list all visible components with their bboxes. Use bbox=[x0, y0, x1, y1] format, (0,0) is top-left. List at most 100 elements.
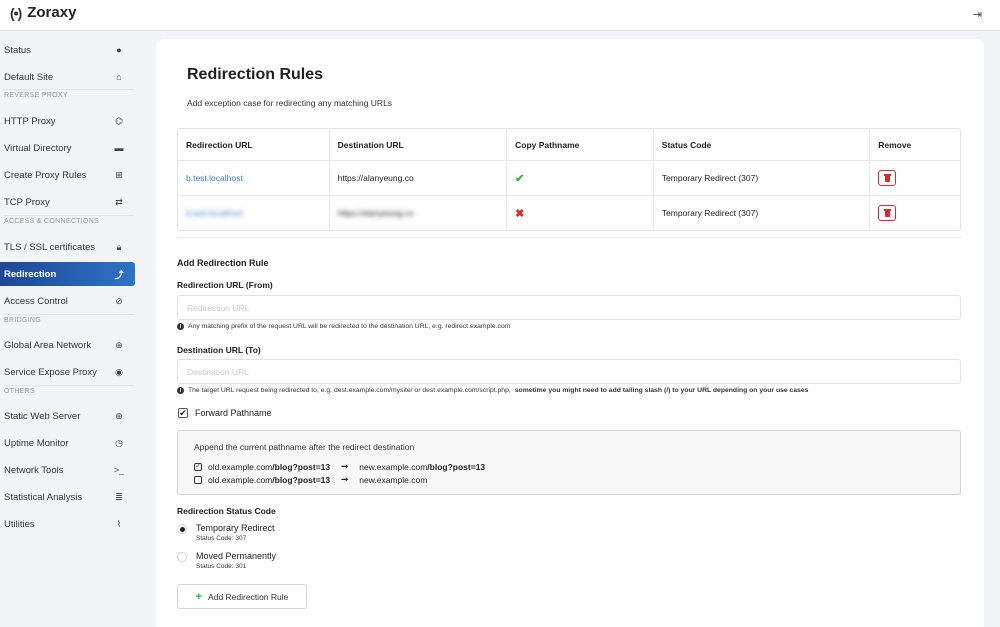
sidebar-item-label: Global Area Network bbox=[4, 339, 92, 351]
example-to-host: new.example.com bbox=[359, 461, 428, 472]
checkbox-checked-icon[interactable]: ✔ bbox=[178, 408, 188, 418]
sidebar-item-label: Network Tools bbox=[4, 464, 64, 476]
example-from-path: /blog?post=13 bbox=[272, 461, 331, 472]
info-icon: ● bbox=[116, 45, 122, 55]
sidebar-item-http-proxy[interactable]: HTTP Proxy ⌬ bbox=[0, 109, 135, 133]
top-bar: (•) Zoraxy ⇥ bbox=[0, 0, 1000, 31]
to-hint-bold-text: sometime you might need to add tailing s… bbox=[514, 387, 809, 394]
example-from-host: old.example.com bbox=[208, 474, 273, 485]
radio-label: Temporary Redirect bbox=[196, 523, 275, 533]
sidebar-item-virtual-directory[interactable]: Virtual Directory ▬ bbox=[0, 136, 135, 160]
destination-url: https://alanyeung.co bbox=[328, 161, 507, 195]
globe-icon: ⊕ bbox=[115, 410, 123, 421]
redirection-url-input[interactable] bbox=[177, 295, 961, 320]
page-title: Redirection Rules bbox=[187, 66, 324, 83]
sidebar-item-label: Access Control bbox=[4, 295, 68, 307]
sidebar-item-label: Default Site bbox=[4, 71, 54, 83]
clock-icon: ◷ bbox=[115, 437, 123, 448]
brand[interactable]: (•) Zoraxy bbox=[10, 4, 76, 21]
sidebar-item-static-web-server[interactable]: Static Web Server ⊕ bbox=[0, 404, 135, 428]
sidebar-item-service-expose-proxy[interactable]: Service Expose Proxy ◉ bbox=[0, 360, 135, 384]
redirect-url-link[interactable]: b.test.localhost bbox=[178, 161, 329, 195]
sidebar-item-label: Virtual Directory bbox=[4, 142, 72, 154]
radio-sublabel: Status Code: 307 bbox=[196, 535, 247, 542]
arrow-right-icon: ➞ bbox=[341, 474, 349, 484]
redirection-rules-table: Redirection URL Destination URL Copy Pat… bbox=[177, 128, 961, 231]
sidebar-item-status[interactable]: Status ● bbox=[0, 38, 135, 62]
sidebar-item-label: Status bbox=[4, 44, 31, 56]
sidebar-item-statistical-analysis[interactable]: Statistical Analysis ≣ bbox=[0, 485, 135, 509]
redirect-url-link[interactable]: b.test.localhost bbox=[186, 208, 243, 218]
sidebar-item-utilities[interactable]: Utilities ⌇ bbox=[0, 512, 135, 536]
unchecked-square-icon bbox=[194, 475, 202, 484]
add-redirection-rule-button[interactable]: + Add Redirection Rule bbox=[177, 584, 307, 609]
sidebar-section-label: REVERSE PROXY bbox=[4, 89, 134, 99]
zoraxy-logo-icon: (•) bbox=[10, 4, 22, 21]
sidebar-item-default-site[interactable]: Default Site ⌂ bbox=[0, 65, 135, 89]
destination-url: https://alanyeung.co bbox=[337, 208, 414, 218]
sidebar-item-global-area-network[interactable]: Global Area Network ⊕ bbox=[0, 333, 135, 357]
sidebar-item-label: HTTP Proxy bbox=[4, 115, 56, 127]
from-hint-text: Any matching prefix of the request URL w… bbox=[188, 323, 511, 330]
sidebar-item-tcp-proxy[interactable]: TCP Proxy ⇄ bbox=[0, 190, 135, 214]
from-field-label: Redirection URL (From) bbox=[177, 280, 273, 290]
sidebar-item-network-tools[interactable]: Network Tools >_ bbox=[0, 458, 135, 482]
add-button-label: Add Redirection Rule bbox=[208, 591, 289, 602]
remove-rule-button[interactable] bbox=[878, 170, 897, 186]
info-circle-icon: i bbox=[177, 387, 184, 394]
example-from-host: old.example.com bbox=[208, 461, 273, 472]
column-header: Remove bbox=[869, 129, 960, 160]
example-to-host: new.example.com bbox=[359, 474, 428, 485]
from-hint: i Any matching prefix of the request URL… bbox=[177, 323, 510, 330]
sidebar-item-label: Statistical Analysis bbox=[4, 491, 83, 503]
section-divider bbox=[177, 237, 961, 238]
status-code: Temporary Redirect (307) bbox=[652, 196, 869, 230]
app-name: Zoraxy bbox=[27, 4, 77, 21]
sidebar-section-label: BRIDGING bbox=[4, 314, 134, 324]
forward-pathname-info: Append the current pathname after the re… bbox=[177, 430, 961, 495]
remove-rule-button[interactable] bbox=[878, 205, 897, 221]
radio-moved-permanently[interactable]: Moved Permanently Status Code: 301 bbox=[177, 551, 276, 570]
sidebar-item-create-proxy-rules[interactable]: Create Proxy Rules ⊞ bbox=[0, 163, 135, 187]
radio-selected-icon[interactable] bbox=[177, 524, 187, 534]
forward-pathname-label: Forward Pathname bbox=[195, 408, 272, 418]
radio-label: Moved Permanently bbox=[196, 551, 277, 561]
sidebar-item-label: Utilities bbox=[4, 518, 35, 530]
table-row: b.test.localhost https://alanyeung.co ✖ … bbox=[178, 195, 960, 230]
sidebar-item-label: Service Expose Proxy bbox=[4, 366, 97, 378]
column-header: Redirection URL bbox=[186, 139, 253, 150]
column-header: Copy Pathname bbox=[506, 129, 653, 160]
radio-temporary-redirect[interactable]: Temporary Redirect Status Code: 307 bbox=[177, 523, 275, 542]
main-card: Redirection Rules Add exception case for… bbox=[156, 39, 984, 627]
sitemap-icon: ⌬ bbox=[115, 115, 123, 126]
sidebar-item-access-control[interactable]: Access Control ⊘ bbox=[0, 289, 135, 313]
sidebar-item-label: Static Web Server bbox=[4, 410, 81, 422]
radio-unselected-icon[interactable] bbox=[177, 552, 187, 562]
sidebar-item-redirection[interactable]: Redirection ⤴ bbox=[0, 262, 135, 286]
sidebar-item-label: TLS / SSL certificates bbox=[4, 241, 95, 253]
podcast-icon: ◉ bbox=[115, 366, 123, 377]
home-icon: ⌂ bbox=[116, 72, 122, 82]
info-box-title: Append the current pathname after the re… bbox=[194, 442, 415, 452]
info-circle-icon: i bbox=[177, 323, 184, 330]
table-row: b.test.localhost https://alanyeung.co ✔ … bbox=[178, 160, 960, 195]
page-subtitle: Add exception case for redirecting any m… bbox=[187, 98, 393, 108]
to-field-label: Destination URL (To) bbox=[177, 345, 261, 355]
ban-icon: ⊘ bbox=[115, 295, 123, 306]
sidebar-item-uptime-monitor[interactable]: Uptime Monitor ◷ bbox=[0, 431, 135, 455]
globe-icon: ⊕ bbox=[115, 339, 123, 350]
table-header-row: Redirection URL Destination URL Copy Pat… bbox=[178, 129, 960, 160]
exchange-icon: ⇄ bbox=[115, 196, 123, 207]
arrow-right-icon: ➞ bbox=[341, 461, 349, 471]
database-icon: ≣ bbox=[115, 491, 123, 502]
plus-icon: + bbox=[195, 590, 203, 603]
plus-square-icon: ⊞ bbox=[115, 169, 123, 180]
destination-url-input[interactable] bbox=[177, 359, 961, 384]
paperclip-icon: ⌇ bbox=[116, 518, 122, 529]
sidebar-item-label: Redirection bbox=[4, 268, 57, 280]
status-code: Temporary Redirect (307) bbox=[652, 161, 869, 195]
logout-icon[interactable]: ⇥ bbox=[973, 8, 982, 21]
level-up-icon: ⤴ bbox=[114, 269, 124, 280]
sidebar-item-tls-ssl-certificates[interactable]: TLS / SSL certificates 🔒︎ bbox=[0, 235, 135, 259]
forward-pathname-checkbox[interactable]: ✔ Forward Pathname bbox=[178, 408, 272, 418]
